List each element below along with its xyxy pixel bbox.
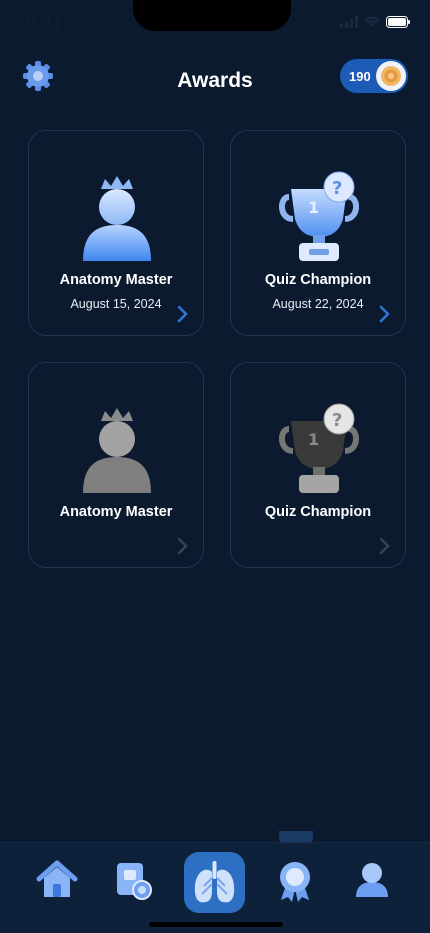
home-icon xyxy=(36,860,78,897)
battery-icon xyxy=(386,16,410,28)
tab-search-cards[interactable] xyxy=(112,859,156,903)
award-ribbon-icon xyxy=(280,862,310,902)
status-icons xyxy=(340,16,410,28)
award-card-quiz-champion[interactable]: 1 ? Quiz Champion August 22, 2024 xyxy=(230,130,406,336)
chevron-right-icon xyxy=(379,305,390,323)
award-name: Anatomy Master xyxy=(59,504,173,520)
profile-icon xyxy=(356,863,388,897)
trophy-icon: 1 ? xyxy=(279,403,359,493)
svg-text:1: 1 xyxy=(308,198,319,217)
status-time: 9:41 xyxy=(26,13,63,33)
search-card-icon xyxy=(117,863,152,900)
coin-count: 190 xyxy=(349,68,371,84)
wifi-icon xyxy=(364,16,380,27)
lungs-icon xyxy=(194,861,235,903)
device-notch xyxy=(133,0,291,31)
award-name: Quiz Champion xyxy=(264,272,372,288)
home-indicator xyxy=(149,922,283,927)
status-bar: 9:41 xyxy=(0,0,430,48)
svg-text:?: ? xyxy=(332,178,342,199)
tab-home[interactable] xyxy=(35,859,79,903)
svg-text:1: 1 xyxy=(308,430,319,449)
chevron-right-icon xyxy=(177,537,188,555)
award-card-quiz-champion-locked[interactable]: 1 ? Quiz Champion xyxy=(230,362,406,568)
crowned-person-icon xyxy=(83,176,151,261)
award-card-anatomy-master-locked[interactable]: Anatomy Master xyxy=(28,362,204,568)
crowned-person-icon xyxy=(83,408,151,493)
chevron-right-icon xyxy=(177,305,188,323)
trophy-icon: 1 ? xyxy=(279,171,359,261)
award-card-anatomy-master[interactable]: Anatomy Master August 15, 2024 xyxy=(28,130,204,336)
svg-text:?: ? xyxy=(332,410,342,431)
award-name: Quiz Champion xyxy=(264,504,372,520)
tab-profile[interactable] xyxy=(350,859,394,903)
coin-balance[interactable]: 190 xyxy=(340,59,408,93)
tab-awards[interactable] xyxy=(273,859,317,903)
chevron-right-icon xyxy=(379,537,390,555)
award-name: Anatomy Master xyxy=(59,272,173,288)
coin-icon xyxy=(376,61,406,91)
tab-lungs[interactable] xyxy=(184,852,245,913)
signal-icon xyxy=(340,16,358,28)
